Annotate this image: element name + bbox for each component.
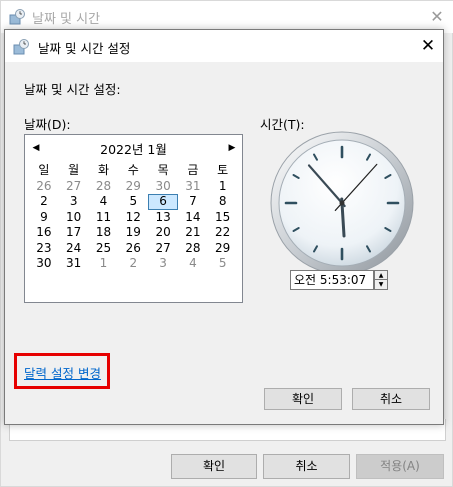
spinner-up-icon[interactable]: ▲ bbox=[375, 271, 387, 280]
calendar-day[interactable]: 3 bbox=[59, 194, 89, 210]
calendar-day[interactable]: 6 bbox=[148, 194, 178, 210]
change-calendar-settings-link[interactable]: 달력 설정 변경 bbox=[24, 363, 101, 382]
time-spinner[interactable]: ▲ ▼ bbox=[374, 270, 388, 290]
parent-cancel-button[interactable]: 취소 bbox=[263, 454, 350, 479]
calendar-day[interactable]: 31 bbox=[178, 179, 208, 195]
parent-window-title: 날짜 및 시간 bbox=[32, 12, 101, 27]
calendar-week-row: 23 24 25 26 27 28 29 bbox=[29, 241, 238, 257]
calendar[interactable]: ◀ 2022년 1월 ▶ 일 월 화 수 목 금 토 26 27 28 29 30 31 1 2 3 4 5 6 7 8… bbox=[24, 134, 243, 303]
time-input[interactable]: 오전 5:53:07 bbox=[290, 270, 374, 290]
calendar-day[interactable]: 22 bbox=[208, 225, 238, 241]
weekday-header-row: 일월화수목금토 bbox=[29, 163, 238, 179]
calendar-day[interactable]: 29 bbox=[208, 241, 238, 257]
calendar-day[interactable]: 26 bbox=[29, 179, 59, 195]
weekday-header: 일 bbox=[38, 163, 50, 177]
calendar-week-row: 30 31 1 2 3 4 5 bbox=[29, 256, 238, 272]
cancel-button[interactable]: 취소 bbox=[352, 388, 430, 410]
calendar-day[interactable]: 24 bbox=[59, 241, 89, 257]
dialog-title: 날짜 및 시간 설정 bbox=[38, 41, 131, 56]
calendar-day[interactable]: 13 bbox=[148, 210, 178, 226]
calendar-day[interactable]: 12 bbox=[118, 210, 148, 226]
calendar-day[interactable]: 9 bbox=[29, 210, 59, 226]
calendar-day[interactable]: 5 bbox=[208, 256, 238, 272]
triangle-right-icon[interactable]: ▶ bbox=[227, 143, 237, 153]
calendar-day[interactable]: 20 bbox=[148, 225, 178, 241]
calendar-day[interactable]: 17 bbox=[59, 225, 89, 241]
calendar-day[interactable]: 16 bbox=[29, 225, 59, 241]
calendar-day[interactable]: 29 bbox=[118, 179, 148, 195]
calendar-day[interactable]: 23 bbox=[29, 241, 59, 257]
clock-center-pin bbox=[339, 200, 345, 206]
weekday-header: 월 bbox=[68, 163, 80, 177]
calendar-day[interactable]: 1 bbox=[208, 179, 238, 195]
weekday-header: 토 bbox=[217, 163, 229, 177]
parent-apply-button[interactable]: 적용(A) bbox=[356, 454, 444, 479]
parent-close-icon[interactable]: ✕ bbox=[429, 7, 445, 27]
calendar-day[interactable]: 27 bbox=[148, 241, 178, 257]
calendar-week-row: 26 27 28 29 30 31 1 bbox=[29, 179, 238, 195]
weekday-header: 화 bbox=[97, 163, 110, 177]
weekday-header: 목 bbox=[157, 163, 169, 177]
calendar-day[interactable]: 1 bbox=[89, 256, 119, 272]
weekday-header: 금 bbox=[187, 163, 199, 177]
calendar-week-row: 2345678 bbox=[29, 194, 238, 210]
calendar-day[interactable]: 18 bbox=[89, 225, 119, 241]
calendar-day[interactable]: 10 bbox=[59, 210, 89, 226]
calendar-day[interactable]: 31 bbox=[59, 256, 89, 272]
settings-heading: 날짜 및 시간 설정: bbox=[24, 82, 121, 97]
calendar-day[interactable]: 30 bbox=[29, 256, 59, 272]
calendar-day[interactable]: 7 bbox=[178, 194, 208, 210]
calendar-day[interactable]: 21 bbox=[178, 225, 208, 241]
calendar-day[interactable]: 2 bbox=[118, 256, 148, 272]
calendar-day[interactable]: 19 bbox=[118, 225, 148, 241]
calendar-day[interactable]: 2 bbox=[29, 194, 59, 210]
calendar-day[interactable]: 27 bbox=[59, 179, 89, 195]
spinner-down-icon[interactable]: ▼ bbox=[375, 280, 387, 289]
calendar-day[interactable]: 11 bbox=[89, 210, 119, 226]
calendar-grid: 일 월 화 수 목 금 토 26 27 28 29 30 31 1 2 3 4 5 6 7 8 9 10 11 12 13 14 15… bbox=[29, 163, 238, 272]
calendar-day[interactable]: 3 bbox=[148, 256, 178, 272]
calendar-day[interactable]: 4 bbox=[178, 256, 208, 272]
weekday-header: 수 bbox=[127, 163, 139, 177]
calendar-week-row: 16 17 18 19 20 21 22 bbox=[29, 225, 238, 241]
calendar-week-row: 9 10 11 12 13 14 15 bbox=[29, 210, 238, 226]
calendar-day[interactable]: 26 bbox=[118, 241, 148, 257]
date-label: 날짜(D): bbox=[24, 117, 71, 132]
analog-clock bbox=[270, 131, 414, 275]
calendar-day[interactable]: 14 bbox=[178, 210, 208, 226]
calendar-day[interactable]: 28 bbox=[178, 241, 208, 257]
calendar-day[interactable]: 15 bbox=[208, 210, 238, 226]
clock-globe-icon bbox=[9, 9, 25, 25]
calendar-day[interactable]: 5 bbox=[118, 194, 148, 210]
calendar-day[interactable]: 30 bbox=[148, 179, 178, 195]
clock-globe-icon bbox=[13, 39, 29, 55]
parent-ok-button[interactable]: 확인 bbox=[171, 454, 257, 479]
dialog-titlebar: 날짜 및 시간 설정 ✕ bbox=[5, 30, 443, 62]
close-icon[interactable]: ✕ bbox=[419, 36, 437, 56]
date-time-settings-dialog: 날짜 및 시간 설정 ✕ 날짜 및 시간 설정: 날짜(D): 시간(T): ◀… bbox=[4, 29, 444, 425]
calendar-day[interactable]: 25 bbox=[89, 241, 119, 257]
calendar-day[interactable]: 8 bbox=[208, 194, 238, 210]
calendar-day[interactable]: 4 bbox=[89, 194, 119, 210]
calendar-month-title[interactable]: 2022년 1월 bbox=[25, 139, 242, 158]
ok-button[interactable]: 확인 bbox=[264, 388, 342, 410]
calendar-day[interactable]: 28 bbox=[89, 179, 119, 195]
